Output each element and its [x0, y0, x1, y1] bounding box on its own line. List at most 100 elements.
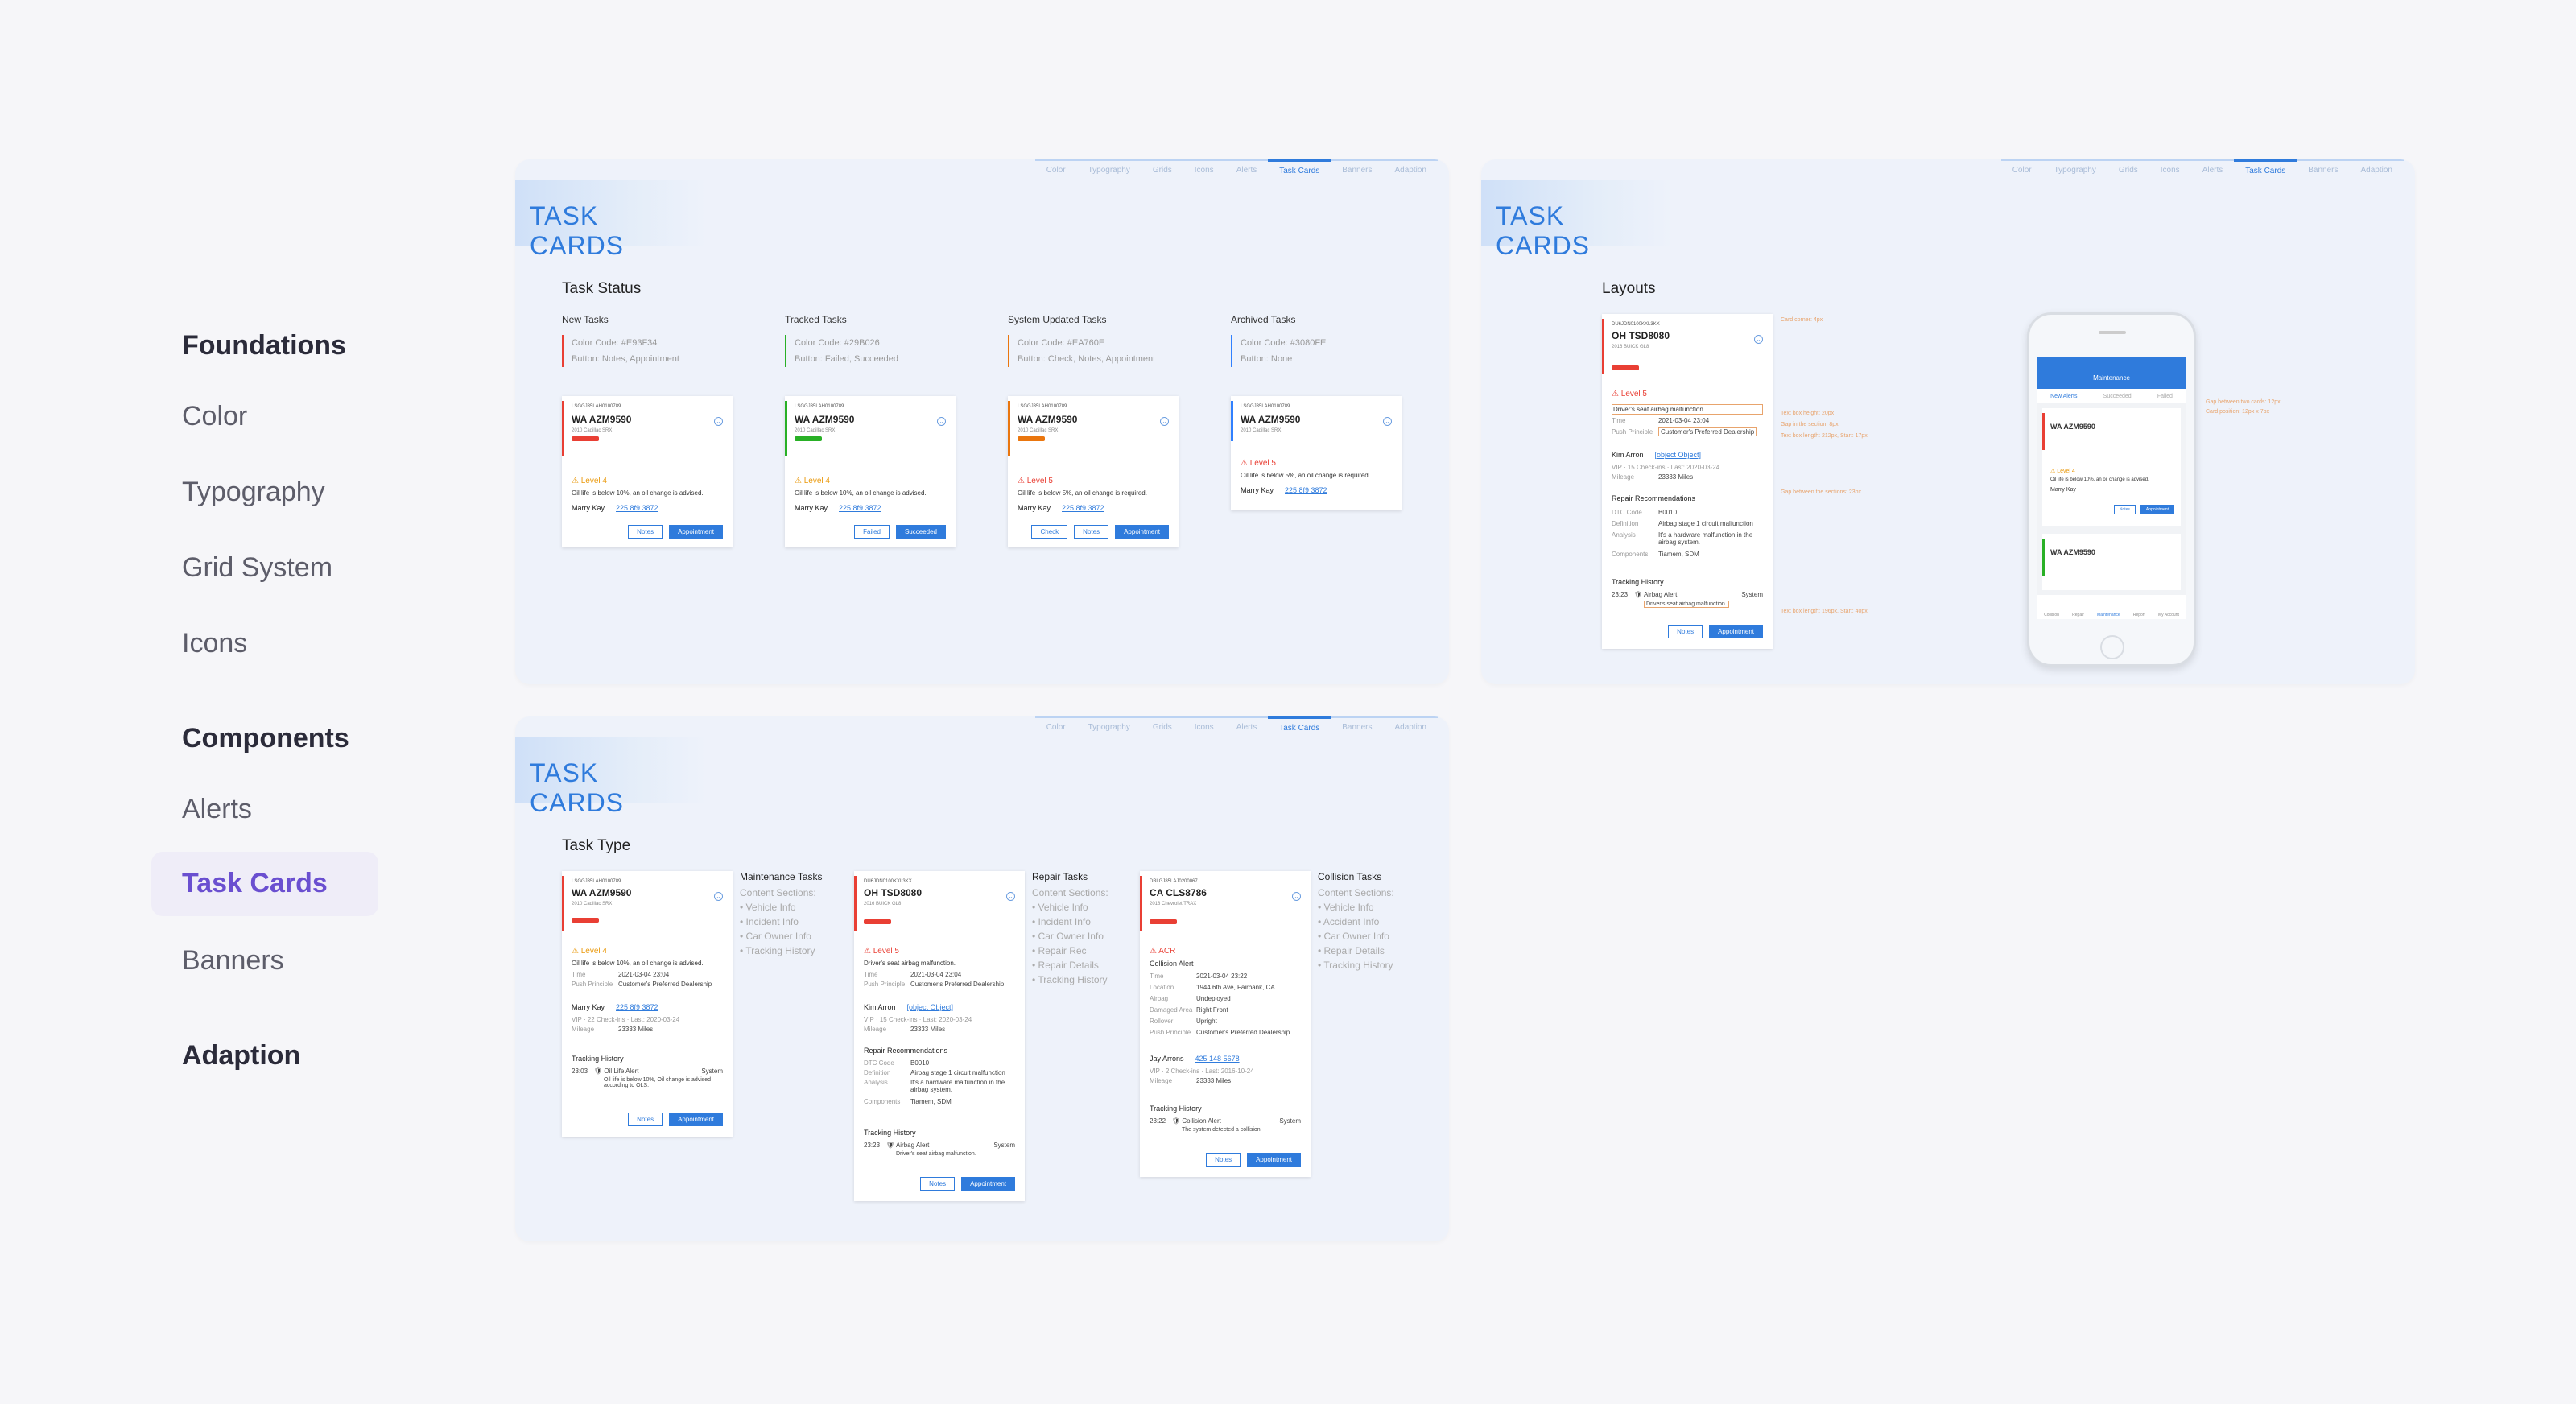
tab-grids[interactable]: Grids — [2107, 161, 2149, 177]
tab-color[interactable]: Color — [1035, 718, 1077, 734]
app-tab-failed[interactable]: Failed — [2157, 394, 2173, 399]
tab-adaption[interactable]: Adaption — [1384, 718, 1438, 734]
notes-button[interactable]: Notes — [628, 1113, 663, 1126]
phone-link[interactable]: 425 148 5678 — [1195, 1055, 1240, 1063]
appointment-button[interactable]: Appointment — [961, 1177, 1015, 1191]
sidebar-item-banners[interactable]: Banners — [182, 945, 284, 977]
level-label: ⚠ Level 5 — [1612, 390, 1647, 398]
status-bar — [854, 876, 857, 931]
appointment-button[interactable]: Appointment — [669, 525, 723, 539]
tab-grids[interactable]: Grids — [1141, 718, 1183, 734]
phone-link[interactable]: 225 8f9 3872 — [1062, 504, 1104, 512]
expand-icon[interactable]: ⌄ — [1292, 892, 1301, 901]
owner-row: Marry Kay 225 8f9 3872 — [1241, 486, 1327, 494]
tab-icons[interactable]: Icons — [1183, 161, 1225, 177]
phone-link[interactable]: [object Object] — [1655, 451, 1702, 459]
task-card-maintenance[interactable]: LSGGJ35LAH0100789 WA AZM9590 2010 Cadill… — [562, 871, 733, 1137]
repair-rec-heading: Repair Recommendations — [864, 1047, 948, 1055]
tab-grids[interactable]: Grids — [1141, 161, 1183, 177]
sidebar-item-icons[interactable]: Icons — [182, 628, 247, 659]
notes-button[interactable]: Notes — [1074, 525, 1109, 539]
expand-icon[interactable]: ⌄ — [714, 417, 723, 426]
mileage-value: 23333 Miles — [910, 1026, 946, 1033]
failed-button[interactable]: Failed — [854, 525, 890, 539]
phone-link[interactable]: 225 8f9 3872 — [616, 1003, 658, 1011]
appointment-button[interactable]: Appointment — [1709, 625, 1763, 638]
app-tab-succeeded[interactable]: Succeeded — [2103, 394, 2132, 399]
vip-info: VIP · 15 Check-ins · Last: 2020-03-24 — [1612, 464, 1720, 471]
task-card-collision[interactable]: DBLGJ85LAJ0200067 CA CLS8786 2018 Chevro… — [1140, 871, 1311, 1177]
tab-banners[interactable]: Banners — [1331, 718, 1383, 734]
tab-alerts[interactable]: Alerts — [1225, 718, 1269, 734]
expand-icon[interactable]: ⌄ — [1383, 417, 1392, 426]
phone-link[interactable]: 225 8f9 3872 — [839, 504, 881, 512]
tab-typography[interactable]: Typography — [2043, 161, 2107, 177]
nav-account[interactable]: My Account — [2158, 613, 2179, 617]
notes-button[interactable]: Notes — [628, 525, 663, 539]
appointment-button[interactable]: Appointment — [1115, 525, 1169, 539]
tab-adaption[interactable]: Adaption — [2350, 161, 2404, 177]
phone-link[interactable]: 225 8f9 3872 — [616, 504, 658, 512]
track-title: 🛡 Airbag Alert — [1634, 591, 1678, 598]
sidebar-item-typography[interactable]: Typography — [182, 477, 325, 508]
notes-button[interactable]: Notes — [1206, 1153, 1241, 1167]
tab-banners[interactable]: Banners — [2297, 161, 2349, 177]
appointment-button[interactable]: Appointment — [1247, 1153, 1301, 1167]
tab-icons[interactable]: Icons — [1183, 718, 1225, 734]
speaker — [2099, 331, 2126, 334]
appointment-button[interactable]: Appointment — [669, 1113, 723, 1126]
expand-icon[interactable]: ⌄ — [714, 892, 723, 901]
task-card-system-updated[interactable]: LSGGJ35LAH0100789 WA AZM9590 2010 Cadill… — [1008, 396, 1179, 547]
phone-card-2[interactable]: WA AZM9590 — [2042, 534, 2181, 590]
owner-row: Marry Kay 225 8f9 3872 — [1018, 504, 1104, 512]
vin: LSGGJ35LAH0100789 — [795, 404, 844, 409]
tab-alerts[interactable]: Alerts — [1225, 161, 1269, 177]
tab-alerts[interactable]: Alerts — [2191, 161, 2235, 177]
push-value: Customer's Preferred Dealership — [910, 981, 1005, 988]
app-tab-new[interactable]: New Alerts — [2050, 394, 2077, 399]
row-label: Airbag — [1150, 995, 1169, 1002]
expand-icon[interactable]: ⌄ — [1160, 417, 1169, 426]
tab-adaption[interactable]: Adaption — [1384, 161, 1438, 177]
plate: WA AZM9590 — [2050, 548, 2095, 556]
tab-task-cards[interactable]: Task Cards — [1268, 159, 1331, 177]
check-button[interactable]: Check — [1031, 525, 1068, 539]
nav-report[interactable]: Report — [2133, 613, 2145, 617]
col-note-new: Color Code: #E93F34 Button: Notes, Appoin… — [562, 335, 679, 367]
tab-task-cards[interactable]: Task Cards — [2234, 159, 2297, 177]
sidebar-item-task-cards[interactable]: Task Cards — [182, 868, 328, 899]
appointment-button[interactable]: Appointment — [2140, 505, 2174, 514]
tab-color[interactable]: Color — [1035, 161, 1077, 177]
succeeded-button[interactable]: Succeeded — [895, 525, 946, 539]
tab-icons[interactable]: Icons — [2149, 161, 2191, 177]
tab-task-cards[interactable]: Task Cards — [1268, 716, 1331, 734]
task-card-archived[interactable]: LSGGJ35LAH0100789 WA AZM9590 2010 Cadill… — [1231, 396, 1402, 510]
nav-collision[interactable]: Collision — [2044, 613, 2059, 617]
tab-typography[interactable]: Typography — [1077, 161, 1141, 177]
notes-button[interactable]: Notes — [920, 1177, 956, 1191]
task-card-repair[interactable]: DU6JDN0100KXL3KX OH TSD8080 2016 BUICK G… — [854, 871, 1025, 1201]
notes-button[interactable]: Notes — [1668, 625, 1703, 638]
expand-icon[interactable]: ⌄ — [937, 417, 946, 426]
task-card-new[interactable]: LSGGJ35LAH0100789 WA AZM9590 2010 Cadill… — [562, 396, 733, 547]
model: 2016 BUICK GL8 — [864, 902, 902, 906]
phone-link[interactable]: [object Object] — [907, 1003, 954, 1011]
sidebar-item-alerts[interactable]: Alerts — [182, 794, 252, 825]
tab-color[interactable]: Color — [2001, 161, 2043, 177]
status-bar — [785, 401, 787, 456]
tab-typography[interactable]: Typography — [1077, 718, 1141, 734]
nav-maintenance[interactable]: Maintenance — [2097, 613, 2120, 617]
notes-button[interactable]: Notes — [2113, 505, 2136, 514]
vin: DBLGJ85LAJ0200067 — [1150, 879, 1198, 884]
expand-icon[interactable]: ⌄ — [1754, 335, 1763, 344]
task-card-tracked[interactable]: LSGGJ35LAH0100789 WA AZM9590 2010 Cadill… — [785, 396, 956, 547]
task-card-layout[interactable]: DU6JDN0100KXL3KX OH TSD8080 2016 BUICK G… — [1602, 314, 1773, 649]
tab-banners[interactable]: Banners — [1331, 161, 1383, 177]
phone-card-1[interactable]: WA AZM9590 ⚠ Level 4 Oil life is below 1… — [2042, 408, 2181, 526]
sidebar-item-color[interactable]: Color — [182, 401, 247, 432]
sidebar-section-adaption[interactable]: Adaption — [182, 1040, 300, 1072]
nav-repair[interactable]: Repair — [2072, 613, 2084, 617]
sidebar-item-grid-system[interactable]: Grid System — [182, 552, 332, 584]
expand-icon[interactable]: ⌄ — [1006, 892, 1015, 901]
phone-link[interactable]: 225 8f9 3872 — [1285, 486, 1327, 494]
